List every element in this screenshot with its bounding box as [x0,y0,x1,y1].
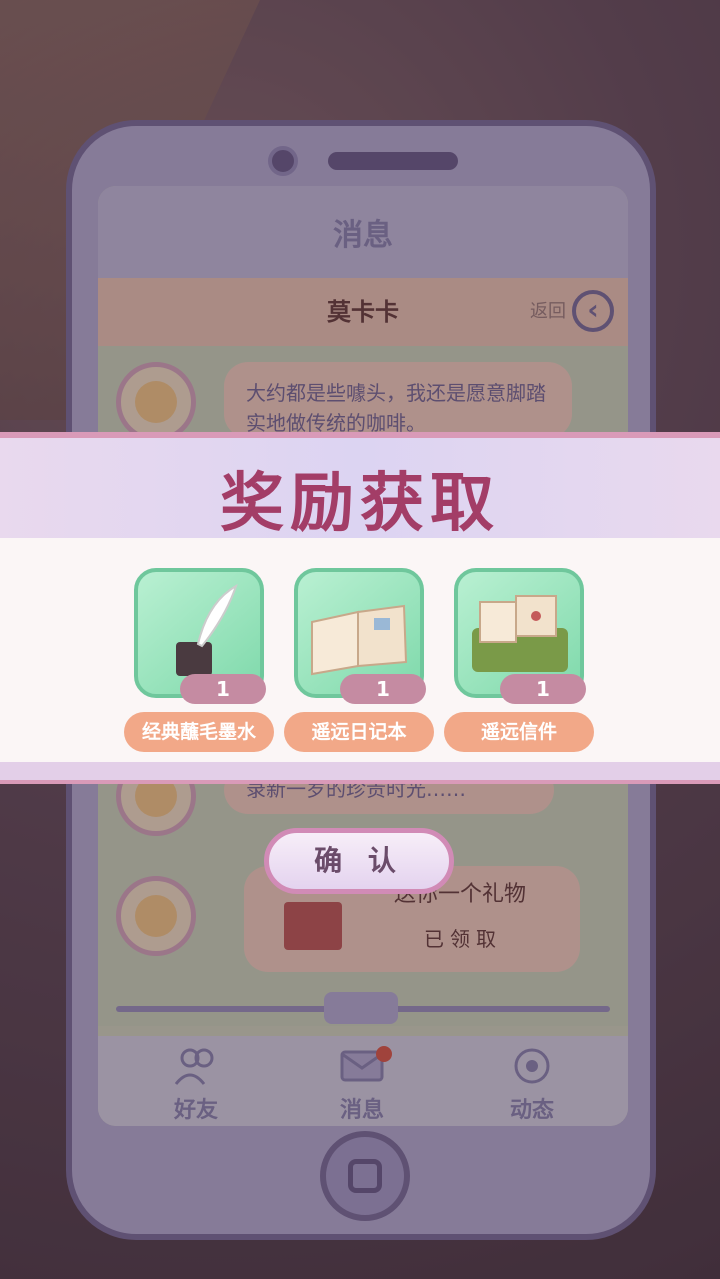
reward-header: 奖励获取 [0,432,720,541]
item-count: 1 [180,674,266,704]
reward-panel: 奖励获取 1 经典蘸毛墨水 1 遥远日记本 1 遥远信件 [0,432,720,784]
reward-items: 1 经典蘸毛墨水 1 遥远日记本 1 遥远信件 [0,538,720,770]
item-count: 1 [500,674,586,704]
confirm-button[interactable]: 确 认 [264,828,454,894]
item-name: 遥远日记本 [284,712,434,752]
item-name: 遥远信件 [444,712,594,752]
item-count: 1 [340,674,426,704]
reward-bottom-border [0,762,720,784]
reward-title: 奖励获取 [220,467,500,541]
item-name: 经典蘸毛墨水 [124,712,274,752]
